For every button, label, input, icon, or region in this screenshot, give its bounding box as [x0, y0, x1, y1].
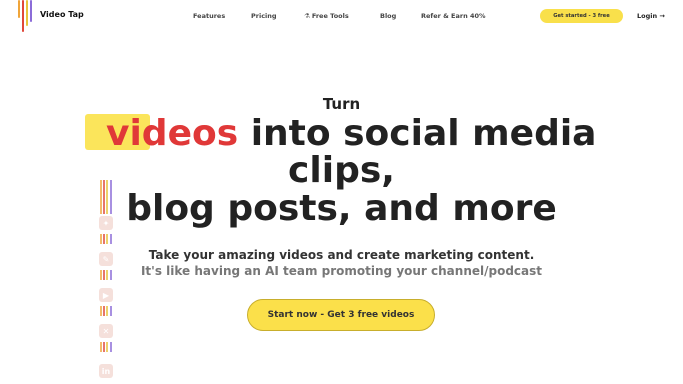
logo-icon[interactable] [18, 0, 32, 32]
x-icon: ✕ [99, 324, 113, 338]
stripe-group [100, 342, 112, 352]
hero-headline-line1-rest: into social media [238, 113, 597, 154]
flask-icon: ⚗ [304, 12, 310, 20]
nav-link-blog[interactable]: Blog [380, 12, 396, 20]
brand-name[interactable]: Video Tap [40, 10, 84, 19]
get-started-button[interactable]: Get started - 3 free [540, 9, 623, 23]
twitter-icon: ✦ [99, 216, 113, 230]
start-now-button[interactable]: Start now - Get 3 free videos [247, 299, 435, 331]
stripe-group [100, 180, 112, 214]
nav-link-features[interactable]: Features [193, 12, 225, 20]
nav-link-free-tools[interactable]: ⚗ Free Tools [304, 12, 349, 20]
hero-turn-text: Turn [322, 95, 361, 113]
nav-link-free-tools-label: Free Tools [311, 12, 349, 20]
linkedin-icon: in [99, 364, 113, 378]
top-navbar: Video Tap Features Pricing ⚗ Free Tools B… [0, 0, 683, 32]
nav-link-refer-earn[interactable]: Refer & Earn 40% [421, 12, 486, 20]
login-link[interactable]: Login → [637, 12, 665, 20]
stripe-group [100, 306, 112, 316]
decorative-strip: ✦ ✎ ▶ ✕ in [98, 180, 116, 384]
stripe-group [100, 270, 112, 280]
blog-icon: ✎ [99, 252, 113, 266]
stripe-group [100, 234, 112, 244]
youtube-icon: ▶ [99, 288, 113, 302]
highlight-word: videos [106, 113, 239, 154]
nav-link-pricing[interactable]: Pricing [251, 12, 277, 20]
